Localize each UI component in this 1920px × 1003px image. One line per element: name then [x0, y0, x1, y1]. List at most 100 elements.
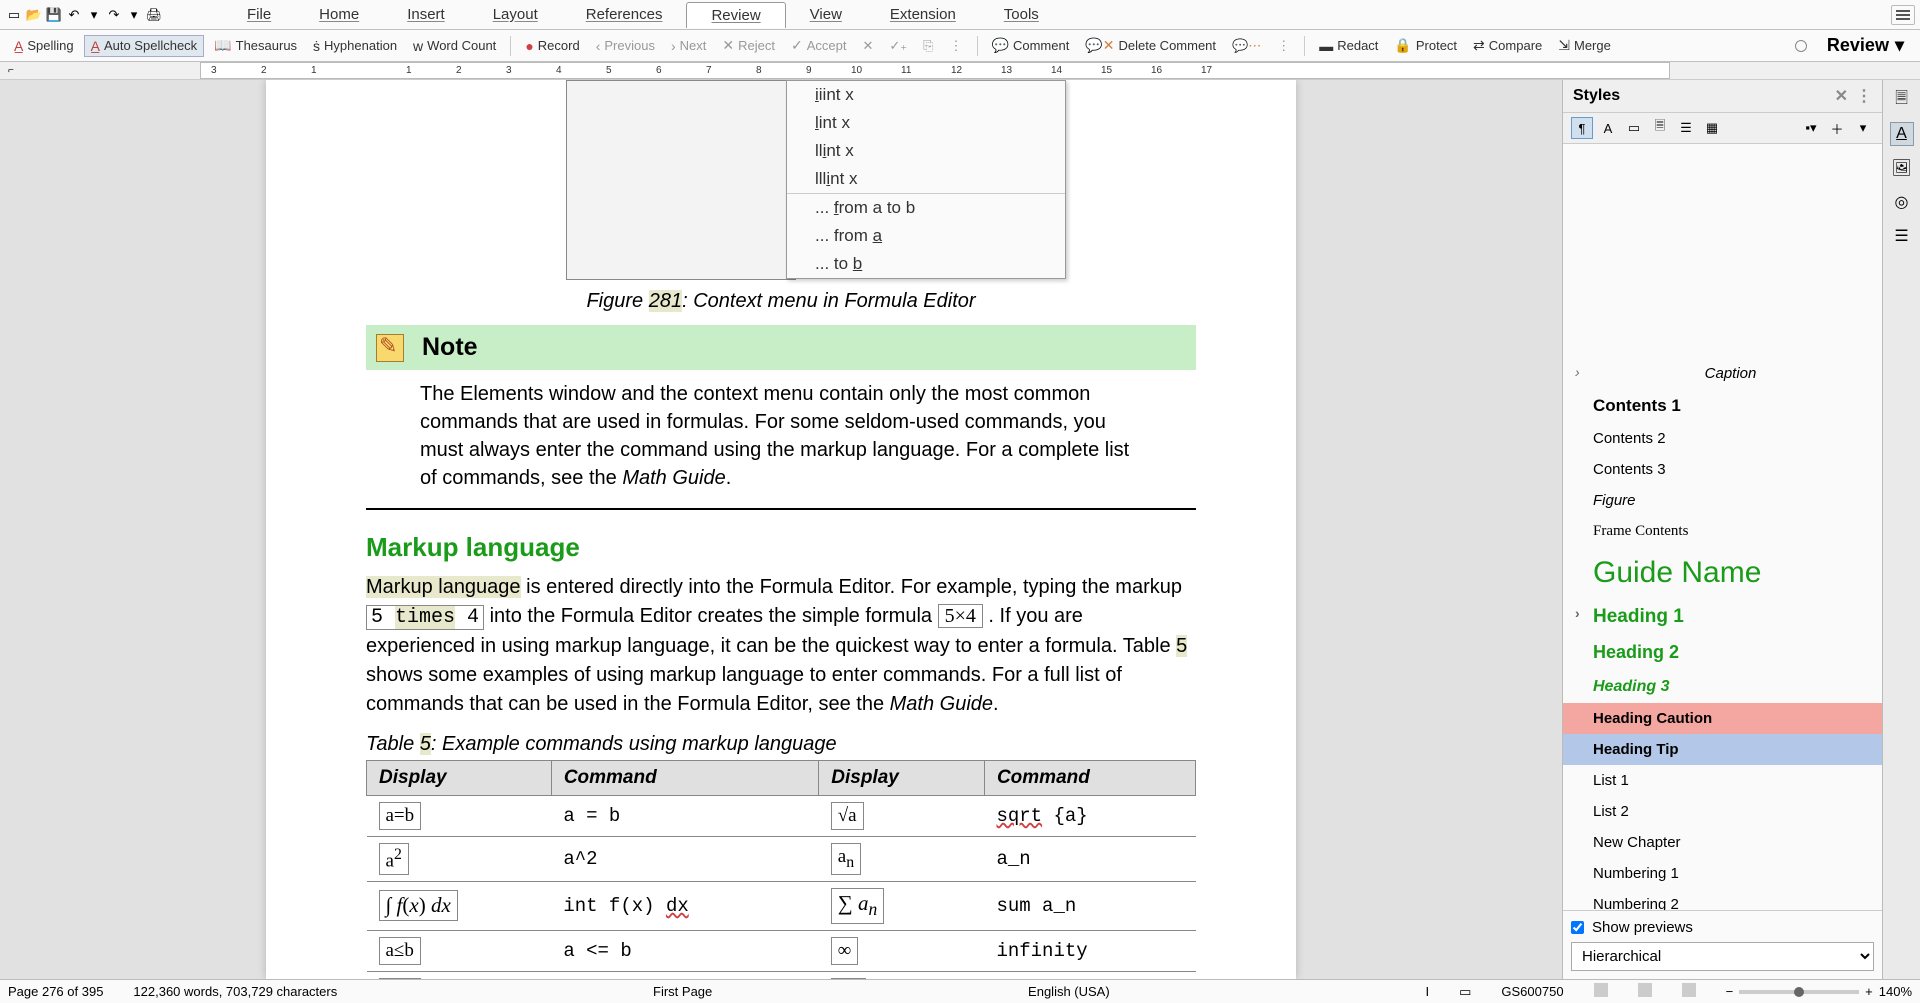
status-words[interactable]: 122,360 words, 703,729 characters — [133, 984, 337, 999]
next-button[interactable]: ›Next — [665, 36, 712, 56]
list-styles-icon[interactable]: ☰ — [1675, 117, 1697, 139]
zoom-in-icon[interactable]: + — [1865, 984, 1873, 999]
hyphenation-button[interactable]: ṡHyphenation — [307, 36, 403, 56]
zoom-out-icon[interactable]: − — [1726, 984, 1734, 999]
style-numbering-2[interactable]: Numbering 2 — [1563, 889, 1882, 910]
redact-button[interactable]: ▬Redact — [1313, 36, 1384, 56]
menu-layout[interactable]: Layout — [469, 2, 562, 28]
styles-footer: Show previews Hierarchical — [1563, 910, 1882, 979]
new-doc-icon[interactable]: ▭ — [5, 6, 23, 24]
styles-icon[interactable]: A — [1890, 122, 1914, 146]
review-dropdown-button[interactable]: Review▾ — [1819, 33, 1912, 58]
thesaurus-button[interactable]: 📖Thesaurus — [208, 35, 303, 56]
fill-format-icon[interactable]: ▪▾ — [1800, 117, 1822, 139]
menu-extension[interactable]: Extension — [866, 2, 980, 28]
menu-home[interactable]: Home — [295, 2, 383, 28]
menu-view[interactable]: View — [786, 2, 866, 28]
redo-dropdown-icon[interactable]: ▾ — [125, 6, 143, 24]
gallery-icon[interactable]: 🖼 — [1890, 156, 1914, 180]
status-insert-mode-icon[interactable]: I — [1425, 984, 1429, 999]
previous-button[interactable]: ‹Previous — [590, 36, 661, 56]
style-caption[interactable]: Caption — [1563, 358, 1882, 389]
auto-spellcheck-button[interactable]: A̲Auto Spellcheck — [84, 35, 205, 57]
menu-tools[interactable]: Tools — [980, 2, 1063, 28]
status-selection-mode-icon[interactable]: ▭ — [1459, 984, 1471, 1000]
style-frame-contents[interactable]: Frame Contents — [1563, 516, 1882, 547]
format-comment-icon[interactable]: 💬⋯ — [1226, 36, 1267, 56]
spelling-button[interactable]: A̲Spelling — [8, 36, 80, 56]
properties-icon[interactable]: 🗏 — [1890, 88, 1914, 112]
style-contents-2[interactable]: Contents 2 — [1563, 423, 1882, 454]
style-heading-2[interactable]: Heading 2 — [1563, 635, 1882, 670]
print-icon[interactable]: 🖨 — [145, 6, 163, 24]
save-icon[interactable]: 💾 — [45, 6, 63, 24]
delete-comment-button[interactable]: 💬✕Delete Comment — [1079, 35, 1222, 56]
page-icon[interactable]: ☰ — [1890, 224, 1914, 248]
menu-bar: ▭ 📂 💾 ↶ ▾ ↷ ▾ 🖨 File Home Insert Layout … — [0, 0, 1920, 30]
undo-dropdown-icon[interactable]: ▾ — [85, 6, 103, 24]
style-contents-1[interactable]: Contents 1 — [1563, 389, 1882, 423]
status-page[interactable]: Page 276 of 395 — [8, 984, 103, 999]
show-previews-checkbox[interactable]: Show previews — [1571, 919, 1874, 936]
page-styles-icon[interactable]: 🗏 — [1649, 117, 1671, 139]
review-toolbar: A̲Spelling A̲Auto Spellcheck 📖Thesaurus … — [0, 30, 1920, 62]
character-styles-icon[interactable]: A — [1597, 117, 1619, 139]
style-numbering-1[interactable]: Numbering 1 — [1563, 858, 1882, 889]
style-heading-1[interactable]: Heading 1 — [1563, 599, 1882, 636]
panel-menu-icon[interactable]: ⋮ — [1856, 86, 1872, 106]
new-style-icon[interactable]: ＋ — [1826, 117, 1848, 139]
more-icon-2[interactable]: ⋮ — [1271, 36, 1296, 56]
reject-all-icon[interactable]: ✕ — [856, 36, 879, 56]
reject-button[interactable]: ✕Reject — [716, 35, 781, 56]
navigator-icon[interactable]: ◎ — [1890, 190, 1914, 214]
status-page-style[interactable]: First Page — [653, 984, 712, 999]
menu-insert[interactable]: Insert — [383, 2, 469, 28]
horizontal-ruler[interactable]: 3 2 1 1 2 3 4 5 6 7 8 9 10 11 12 13 14 1… — [200, 62, 1670, 79]
style-guide-name[interactable]: Guide Name — [1563, 547, 1882, 599]
compare-button[interactable]: ⇄Compare — [1467, 35, 1548, 56]
styles-filter-select[interactable]: Hierarchical — [1571, 942, 1874, 971]
zoom-slider[interactable] — [1739, 990, 1859, 994]
style-heading-caution[interactable]: Heading Caution — [1563, 703, 1882, 734]
view-single-page-icon[interactable] — [1594, 983, 1608, 1000]
accept-all-icon[interactable]: ✓₊ — [883, 36, 913, 56]
paragraph-styles-icon[interactable]: ¶ — [1571, 117, 1593, 139]
protect-button[interactable]: 🔒Protect — [1388, 35, 1463, 56]
record-toggle-icon[interactable] — [1789, 38, 1813, 54]
frame-styles-icon[interactable]: ▭ — [1623, 117, 1645, 139]
zoom-value[interactable]: 140% — [1879, 984, 1912, 999]
style-actions-icon[interactable]: ▾ — [1852, 117, 1874, 139]
styles-list[interactable]: Caption Contents 1 Contents 2 Contents 3… — [1563, 144, 1882, 910]
undo-icon[interactable]: ↶ — [65, 6, 83, 24]
menu-references[interactable]: References — [562, 2, 687, 28]
menu-review[interactable]: Review — [686, 2, 785, 28]
comment-button[interactable]: 💬Comment — [986, 35, 1076, 56]
style-heading-tip[interactable]: Heading Tip — [1563, 734, 1882, 765]
menu-file[interactable]: File — [223, 2, 295, 28]
style-new-chapter[interactable]: New Chapter — [1563, 827, 1882, 858]
compare-doc-icon[interactable]: ⎘ — [917, 36, 939, 56]
close-panel-icon[interactable]: ✕ — [1835, 86, 1848, 106]
accept-button[interactable]: ✓Accept — [785, 35, 852, 56]
style-heading-3[interactable]: Heading 3 — [1563, 671, 1882, 703]
style-list-1[interactable]: List 1 — [1563, 765, 1882, 796]
style-figure[interactable]: Figure — [1563, 485, 1882, 516]
view-multi-page-icon[interactable] — [1638, 983, 1652, 1000]
more-icon[interactable]: ⋮ — [944, 36, 969, 56]
view-book-icon[interactable] — [1682, 983, 1696, 1000]
word-count-button[interactable]: ᴡWord Count — [407, 36, 502, 56]
zoom-control[interactable]: − + 140% — [1726, 984, 1912, 999]
redo-icon[interactable]: ↷ — [105, 6, 123, 24]
style-contents-3[interactable]: Contents 3 — [1563, 454, 1882, 485]
record-button[interactable]: ●Record — [519, 36, 585, 56]
status-language[interactable]: English (USA) — [1028, 984, 1110, 999]
note-box: Note — [366, 325, 1196, 370]
document-area[interactable]: iiint x lint x llint x lllint x ... from… — [0, 80, 1562, 979]
merge-button[interactable]: ⇲Merge — [1552, 35, 1617, 56]
hamburger-menu-icon[interactable] — [1891, 5, 1915, 25]
styles-panel: Styles ✕ ⋮ ¶ A ▭ 🗏 ☰ ▦ ▪▾ ＋ ▾ Caption Co… — [1562, 80, 1882, 979]
open-icon[interactable]: 📂 — [25, 6, 43, 24]
table-styles-icon[interactable]: ▦ — [1701, 117, 1723, 139]
style-list-2[interactable]: List 2 — [1563, 796, 1882, 827]
context-menu-graphic: iiint x lint x llint x lllint x ... from… — [786, 80, 1066, 279]
